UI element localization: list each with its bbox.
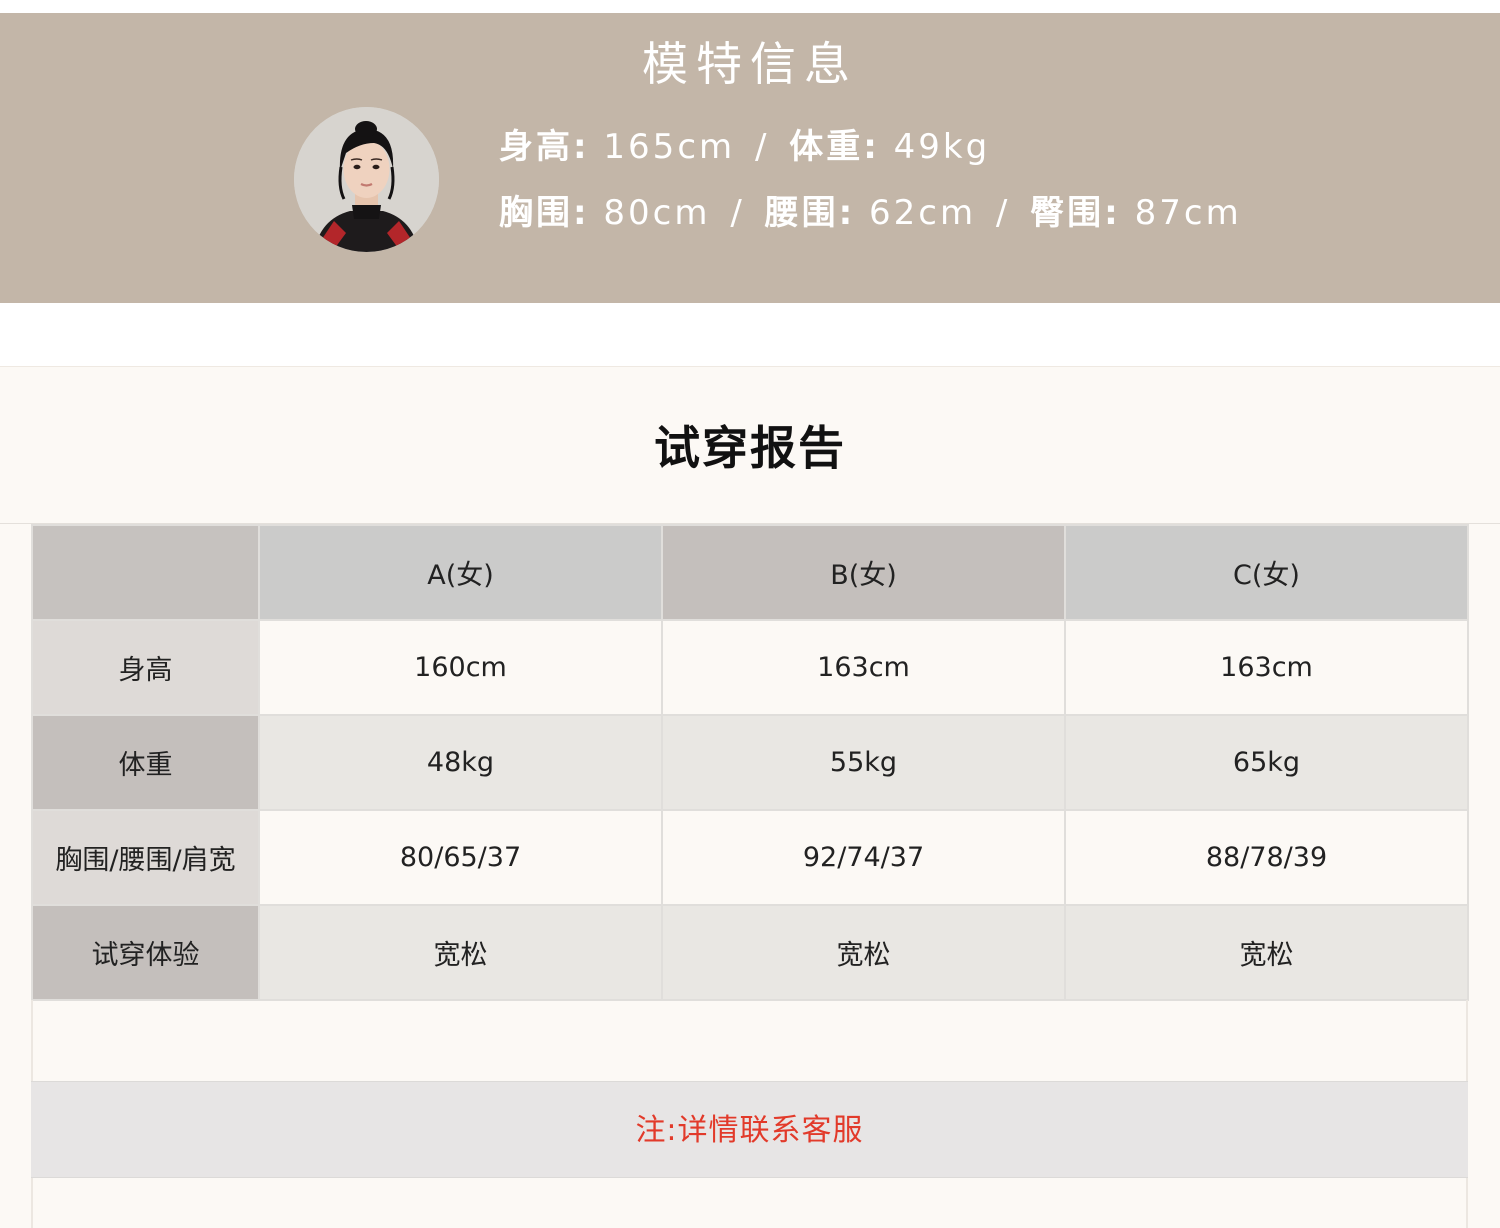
- model-stats-line-2: 胸围: 80cm / 腰围: 62cm / 臀围: 87cm: [499, 191, 1242, 235]
- model-info-title: 模特信息: [642, 37, 858, 91]
- table-cell: 宽松: [258, 904, 663, 1001]
- separator: /: [754, 127, 770, 167]
- table-cell: 65kg: [1064, 714, 1469, 811]
- row-label-weight: 体重: [31, 714, 260, 811]
- contact-note: 注:详情联系客服: [31, 1081, 1468, 1178]
- hip-value: 87cm: [1134, 193, 1242, 233]
- waist-value: 62cm: [869, 193, 977, 233]
- table-cell: 163cm: [661, 619, 1066, 716]
- row-label-height: 身高: [31, 619, 260, 716]
- fit-report-title: 试穿报告: [654, 421, 846, 475]
- height-value: 165cm: [603, 127, 736, 167]
- weight-value: 49kg: [893, 127, 991, 167]
- table-row: 试穿体验 宽松 宽松 宽松: [31, 904, 1469, 1001]
- model-avatar: [294, 107, 439, 252]
- hip-label: 臀围:: [1030, 193, 1121, 233]
- table-cell: 80/65/37: [258, 809, 663, 906]
- row-label-fit-experience: 试穿体验: [31, 904, 260, 1001]
- table-cell: 160cm: [258, 619, 663, 716]
- table-cell: 48kg: [258, 714, 663, 811]
- bust-label: 胸围:: [499, 193, 590, 233]
- column-header-c: C(女): [1064, 524, 1469, 621]
- model-stats-line-1: 身高: 165cm / 体重: 49kg: [499, 125, 990, 169]
- table-cell: 55kg: [661, 714, 1066, 811]
- column-header-a: A(女): [258, 524, 663, 621]
- fit-report-table: A(女) B(女) C(女) 身高 160cm 163cm 163cm 体重 4…: [31, 524, 1469, 1001]
- table-cell: 88/78/39: [1064, 809, 1469, 906]
- table-row: 胸围/腰围/肩宽 80/65/37 92/74/37 88/78/39: [31, 809, 1469, 906]
- column-header-b: B(女): [661, 524, 1066, 621]
- separator: /: [995, 193, 1011, 233]
- table-cell: 163cm: [1064, 619, 1469, 716]
- table-cell: 92/74/37: [661, 809, 1066, 906]
- row-label-measurements: 胸围/腰围/肩宽: [31, 809, 260, 906]
- model-portrait-icon: [294, 107, 439, 252]
- header-blank-cell: [31, 524, 260, 621]
- height-label: 身高:: [499, 127, 590, 167]
- table-cell: 宽松: [1064, 904, 1469, 1001]
- table-cell: 宽松: [661, 904, 1066, 1001]
- table-row: 体重 48kg 55kg 65kg: [31, 714, 1469, 811]
- separator: /: [730, 193, 745, 233]
- bust-value: 80cm: [603, 193, 711, 233]
- table-row: 身高 160cm 163cm 163cm: [31, 619, 1469, 716]
- weight-label: 体重:: [789, 127, 880, 167]
- waist-label: 腰围:: [764, 193, 856, 233]
- table-header-row: A(女) B(女) C(女): [31, 524, 1469, 621]
